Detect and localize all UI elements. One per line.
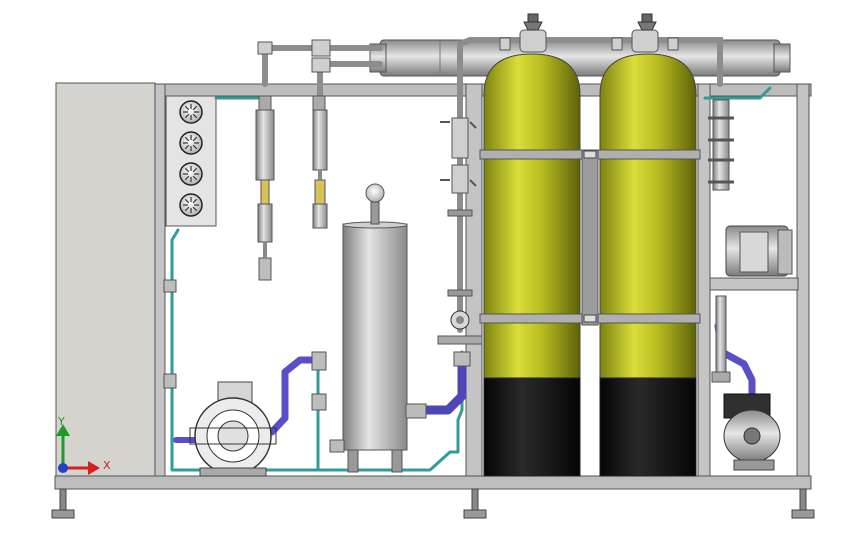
frame-post [796, 83, 810, 477]
y-axis-label: Y [57, 415, 65, 428]
gauge-dial-icon [179, 193, 203, 217]
pressure-vessel [329, 183, 427, 473]
dosing-motor [725, 225, 793, 277]
flowmeter-column-1 [255, 95, 275, 281]
flowmeter-column-2 [312, 95, 328, 229]
x-axis-label: X [103, 459, 111, 472]
booster-pump [723, 393, 781, 471]
filter-tank-right [595, 53, 701, 477]
gauge-dial-icon [179, 131, 203, 155]
frame-shelf [709, 277, 799, 291]
pressure-gauge-icon [365, 183, 385, 203]
electrical-cabinet [55, 82, 156, 477]
leveling-feet [51, 488, 815, 519]
feed-pump [189, 381, 277, 477]
frame-post [697, 83, 711, 477]
gauge-panel [165, 95, 217, 227]
tank-top-valves [523, 13, 657, 31]
filter-tank-left [479, 53, 585, 477]
frame-top-rail [154, 83, 812, 97]
tank-strap-bracket [581, 149, 599, 326]
gauge-dial-icon [179, 100, 203, 124]
gauge-dial-icon [179, 162, 203, 186]
frame-bottom-rail [54, 475, 812, 490]
membrane-housing-top [369, 39, 791, 77]
water-treatment-unit-drawing: Y X [51, 13, 815, 519]
cad-viewport: Y X [0, 0, 867, 533]
